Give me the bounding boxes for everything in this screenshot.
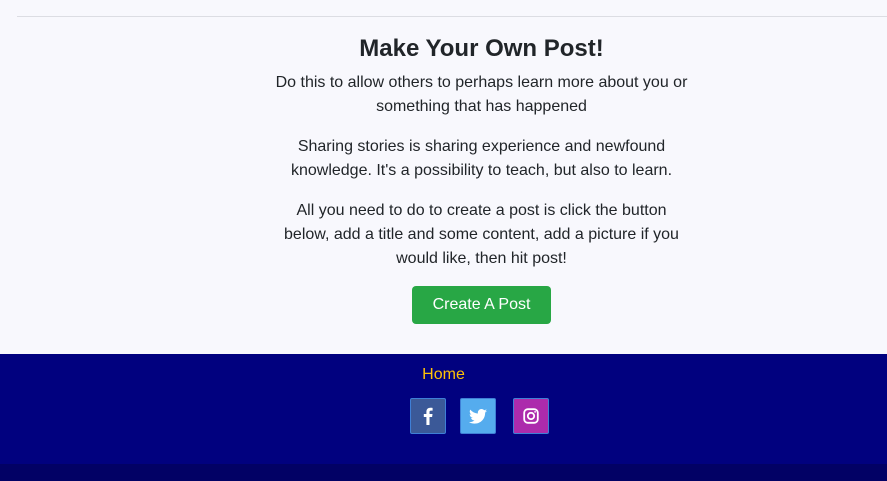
instagram-button[interactable]	[513, 398, 549, 434]
footer-home-link[interactable]: Home	[0, 364, 887, 386]
create-post-button[interactable]: Create A Post	[412, 286, 551, 324]
footer-bottom-bar	[0, 464, 887, 481]
page: Make Your Own Post! Do this to allow oth…	[0, 0, 887, 481]
instructions-paragraph: All you need to do to create a post is c…	[284, 202, 679, 267]
facebook-icon	[423, 407, 433, 425]
twitter-icon	[469, 408, 487, 424]
section-title: Make Your Own Post!	[359, 35, 604, 62]
create-post-section: Make Your Own Post! Do this to allow oth…	[0, 17, 887, 354]
footer: Home	[0, 354, 887, 464]
intro-paragraph: Do this to allow others to perhaps learn…	[275, 74, 688, 115]
instagram-icon	[523, 408, 539, 424]
sharing-paragraph: Sharing stories is sharing experience an…	[290, 138, 673, 179]
facebook-button[interactable]	[410, 398, 446, 434]
twitter-button[interactable]	[460, 398, 496, 434]
